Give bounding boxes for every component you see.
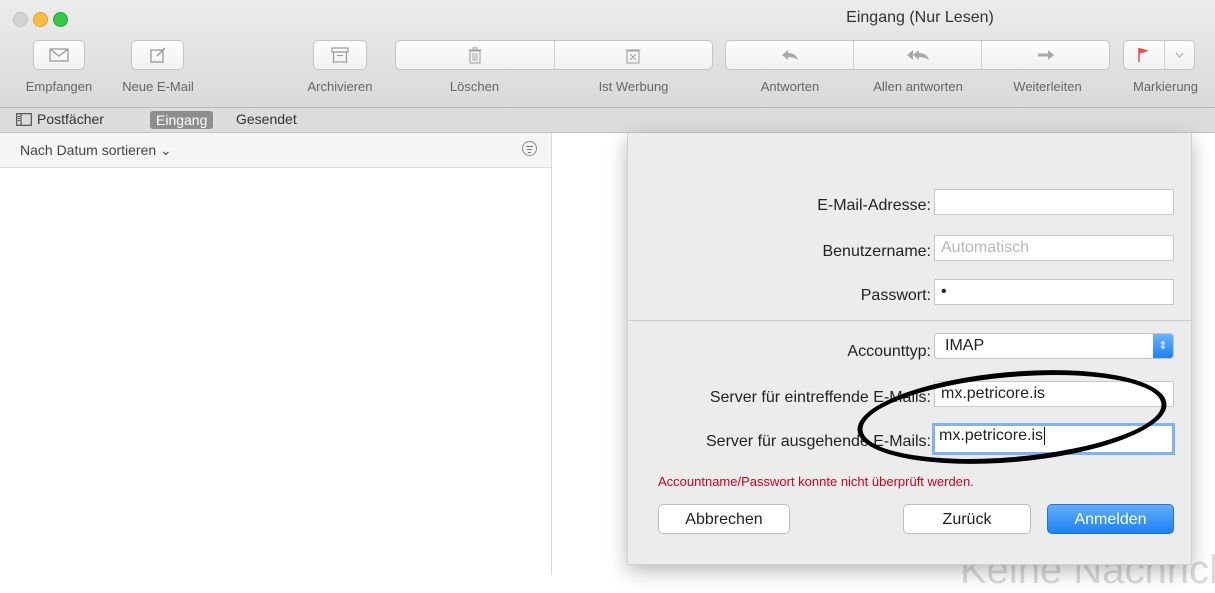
window-title: Eingang (Nur Lesen) (846, 9, 994, 26)
incoming-server-label: Server für eintreffende E-Mails: (709, 389, 931, 406)
archive-button[interactable] (313, 40, 367, 70)
flag-label: Markierung (1132, 79, 1199, 94)
sign-in-button[interactable]: Anmelden (1047, 504, 1174, 534)
trash-icon (468, 46, 482, 64)
new-mail-label: Neue E-Mail (122, 79, 194, 94)
delete-junk-group (395, 40, 713, 70)
toolbar: Eingang (Nur Lesen) Empfangen Neue E-Mai… (0, 0, 1215, 108)
flag-icon (1138, 48, 1150, 62)
delete-button[interactable] (396, 41, 555, 69)
flag-group (1123, 40, 1195, 70)
junk-label: Ist Werbung (598, 79, 669, 94)
chevron-down-icon (1175, 52, 1184, 58)
username-field[interactable] (934, 235, 1174, 261)
reply-all-button[interactable] (854, 41, 982, 69)
archive-label: Archivieren (307, 79, 373, 94)
reply-label: Antworten (760, 79, 820, 94)
cancel-button[interactable]: Abbrechen (658, 504, 790, 534)
reply-all-arrow-icon (906, 50, 929, 60)
message-list: Nach Datum sortieren ⌄ (0, 133, 552, 575)
account-type-value: IMAP (945, 337, 985, 354)
account-setup-sheet: E-Mail-Adresse: Benutzername: Passwort: … (627, 133, 1192, 565)
back-button[interactable]: Zurück (903, 504, 1031, 534)
tab-sent[interactable]: Gesendet (236, 111, 297, 127)
password-dots: • (941, 283, 947, 300)
delete-label: Löschen (449, 79, 500, 94)
username-label: Benutzername: (822, 243, 931, 260)
updown-chevron-icon: ⇕ (1153, 334, 1173, 358)
reply-all-label: Allen antworten (873, 79, 963, 94)
account-type-label: Accounttyp: (847, 343, 931, 360)
incoming-server-value: mx.petricore.is (941, 385, 1046, 402)
error-message: Accountname/Passwort konnte nicht überpr… (658, 474, 974, 489)
new-mail-button[interactable] (131, 40, 184, 70)
reply-group (725, 40, 1110, 70)
junk-button[interactable] (555, 41, 713, 69)
minimize-window-button[interactable] (33, 12, 48, 27)
filter-icon[interactable] (522, 141, 537, 156)
outgoing-server-value: mx.petricore.is (939, 427, 1044, 444)
close-window-button[interactable] (13, 12, 28, 27)
forward-label: Weiterleiten (1013, 79, 1082, 94)
archive-box-icon (331, 47, 349, 63)
message-list-header: Nach Datum sortieren ⌄ (0, 133, 551, 168)
password-field[interactable]: • (934, 279, 1174, 305)
zoom-window-button[interactable] (53, 12, 68, 27)
text-caret (1044, 426, 1046, 445)
compose-icon (149, 47, 166, 63)
envelope-icon (49, 48, 69, 62)
flag-menu-button[interactable] (1165, 41, 1194, 69)
forward-button[interactable] (982, 41, 1109, 69)
junk-bin-icon (625, 48, 641, 64)
outgoing-server-label: Server für ausgehende E-Mails: (706, 433, 931, 450)
outgoing-server-field[interactable]: mx.petricore.is (932, 423, 1175, 455)
email-field[interactable] (934, 189, 1174, 215)
favorites-bar: Postfächer Eingang Gesendet (0, 108, 1215, 133)
sidebar-icon (16, 112, 32, 126)
get-mail-label: Empfangen (25, 79, 93, 94)
mailboxes-label: Postfächer (37, 111, 104, 127)
mailboxes-toggle[interactable]: Postfächer (16, 111, 104, 127)
sort-menu[interactable]: Nach Datum sortieren ⌄ (20, 142, 172, 159)
section-divider (628, 320, 1191, 321)
mail-window: Eingang (Nur Lesen) Empfangen Neue E-Mai… (0, 0, 1215, 592)
reply-button[interactable] (726, 41, 854, 69)
tab-inbox[interactable]: Eingang (150, 111, 214, 129)
email-label: E-Mail-Adresse: (817, 197, 931, 214)
get-mail-button[interactable] (33, 40, 85, 70)
reply-arrow-icon (781, 50, 798, 60)
account-type-select[interactable]: IMAP ⇕ (934, 333, 1174, 359)
flag-button[interactable] (1124, 41, 1166, 69)
password-label: Passwort: (860, 287, 931, 304)
forward-arrow-icon (1037, 50, 1054, 60)
incoming-server-field[interactable]: mx.petricore.is (934, 381, 1174, 407)
